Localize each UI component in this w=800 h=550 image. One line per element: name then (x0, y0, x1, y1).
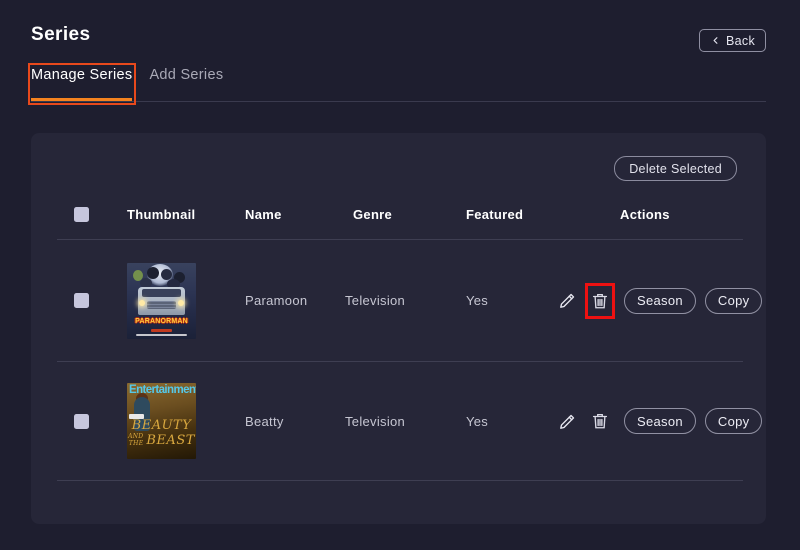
page-header: Series Back (0, 0, 800, 52)
active-tab-underline (31, 98, 132, 101)
series-name: Paramoon (245, 293, 345, 308)
series-featured: Yes (466, 293, 559, 308)
pencil-icon (559, 292, 576, 309)
poster-character (147, 267, 159, 279)
row-checkbox[interactable] (74, 293, 89, 308)
cover-title: BEAUTY ANDTHE BEAST (127, 419, 196, 447)
poster-van (138, 287, 185, 315)
tab-add-series-label: Add Series (149, 67, 223, 83)
copy-button[interactable]: Copy (705, 288, 763, 314)
copy-button[interactable]: Copy (705, 408, 763, 434)
season-button[interactable]: Season (624, 288, 696, 314)
edit-button[interactable] (559, 292, 576, 309)
series-page: Series Back Manage Series Add Series Del… (0, 0, 800, 550)
column-header-actions: Actions (559, 207, 743, 222)
card-toolbar: Delete Selected (57, 156, 743, 181)
series-genre: Television (345, 293, 466, 308)
delete-selected-button[interactable]: Delete Selected (614, 156, 737, 181)
season-button[interactable]: Season (624, 408, 696, 434)
series-table-card: Delete Selected Thumbnail Name Genre Fea… (31, 133, 766, 524)
delete-button[interactable] (591, 292, 609, 310)
row-actions: Season Copy (559, 283, 762, 319)
trash-icon (591, 412, 609, 430)
table-row-beatty: Entertainment BEAUTY ANDTHE BEAST Beatty… (57, 362, 743, 481)
poster-character (161, 269, 172, 280)
table-row-paramoon: PARANORMAN Paramoon Television Yes Seaso… (57, 240, 743, 362)
page-title: Series (31, 24, 90, 46)
tab-manage-series-label: Manage Series (31, 67, 132, 83)
annotation-box-delete-icon (585, 283, 615, 319)
tab-manage-series[interactable]: Manage Series (31, 66, 132, 101)
thumbnail-beatty: Entertainment BEAUTY ANDTHE BEAST (127, 383, 196, 459)
thumbnail-paramoon: PARANORMAN (127, 263, 196, 339)
back-button[interactable]: Back (699, 29, 766, 52)
table-header-row: Thumbnail Name Genre Featured Actions (57, 181, 743, 240)
poster-title: PARANORMAN (127, 318, 196, 325)
delete-button[interactable] (591, 412, 609, 430)
series-genre: Television (345, 414, 466, 429)
series-name: Beatty (245, 414, 345, 429)
column-header-featured: Featured (466, 207, 559, 222)
tab-bar: Manage Series Add Series (31, 66, 766, 102)
pencil-icon (559, 413, 576, 430)
series-featured: Yes (466, 414, 559, 429)
row-actions: Season Copy (559, 403, 762, 439)
tab-add-series[interactable]: Add Series (149, 66, 223, 101)
edit-button[interactable] (559, 413, 576, 430)
back-button-label: Back (726, 34, 755, 48)
trash-icon (591, 292, 609, 310)
chevron-left-icon (710, 35, 721, 46)
column-header-genre: Genre (345, 207, 466, 222)
column-header-thumbnail: Thumbnail (127, 207, 245, 222)
row-checkbox[interactable] (74, 414, 89, 429)
column-header-name: Name (245, 207, 345, 222)
select-all-checkbox[interactable] (74, 207, 89, 222)
